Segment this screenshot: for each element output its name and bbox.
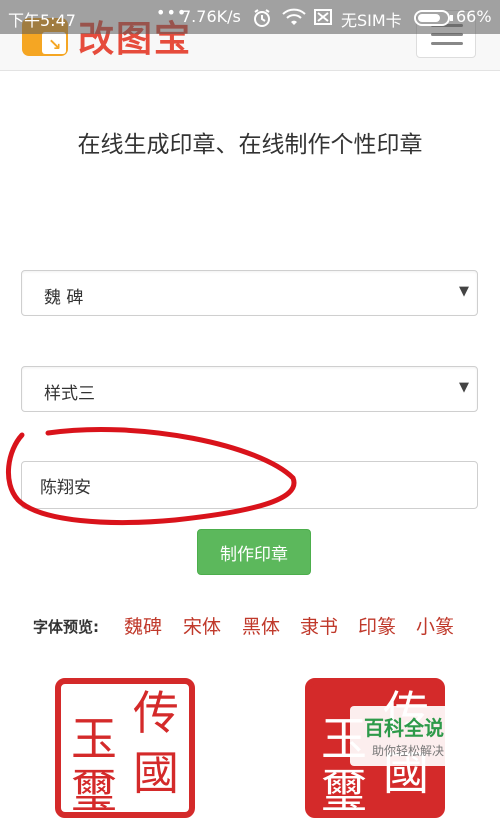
font-preview-label: 字体预览: xyxy=(33,618,99,636)
stamp-char: 璽 xyxy=(321,764,367,818)
stamp-char: 传 xyxy=(133,686,179,740)
status-time: 下午5:47 xyxy=(8,11,76,30)
font-preview: 字体预览: 魏碑 宋体 黑体 隶书 印篆 小篆 xyxy=(33,612,473,642)
stamp-char: 國 xyxy=(133,746,179,800)
network-speed: 7.76K/s xyxy=(181,7,241,26)
alarm-icon xyxy=(254,9,270,27)
watermark-subtitle: 助你轻松解决 xyxy=(372,744,445,758)
style-select-value: 样式三 xyxy=(44,384,95,404)
chevron-down-icon: ▼ xyxy=(459,380,469,395)
status-bar: 下午5:47 ••• 7.76K/s 无SIM卡 66% xyxy=(0,0,500,34)
wifi-icon xyxy=(282,8,306,25)
font-sample-heiti[interactable]: 黑体 xyxy=(242,612,280,639)
chevron-down-icon: ▼ xyxy=(459,284,469,299)
watermark: 百科全说 助你轻松解决 xyxy=(350,706,462,766)
style-select[interactable]: 样式三 ▼ xyxy=(21,366,478,412)
watermark-title: 百科全说 xyxy=(364,716,444,740)
font-sample-songti[interactable]: 宋体 xyxy=(183,612,221,639)
font-select-value: 魏 碑 xyxy=(44,288,84,308)
name-input[interactable] xyxy=(21,461,478,509)
font-select[interactable]: 魏 碑 ▼ xyxy=(21,270,478,316)
battery-icon xyxy=(414,10,453,26)
stamp-char: 璽 xyxy=(71,764,117,818)
battery-percent: 66% xyxy=(456,7,492,26)
font-sample-lishu[interactable]: 隶书 xyxy=(300,612,338,639)
stamp-preview-outline[interactable]: 传 玉 國 璽 xyxy=(55,678,195,818)
page-title: 在线生成印章、在线制作个性印章 xyxy=(77,132,423,158)
sim-status: 无SIM卡 xyxy=(341,11,402,30)
font-sample-yinzhuan[interactable]: 印篆 xyxy=(358,612,396,639)
stamp-char: 玉 xyxy=(71,712,117,766)
font-sample-xiaozhuan[interactable]: 小篆 xyxy=(416,612,454,639)
no-sim-icon xyxy=(314,9,332,25)
make-stamp-button[interactable]: 制作印章 xyxy=(197,529,311,575)
font-sample-weibei[interactable]: 魏碑 xyxy=(124,612,162,639)
